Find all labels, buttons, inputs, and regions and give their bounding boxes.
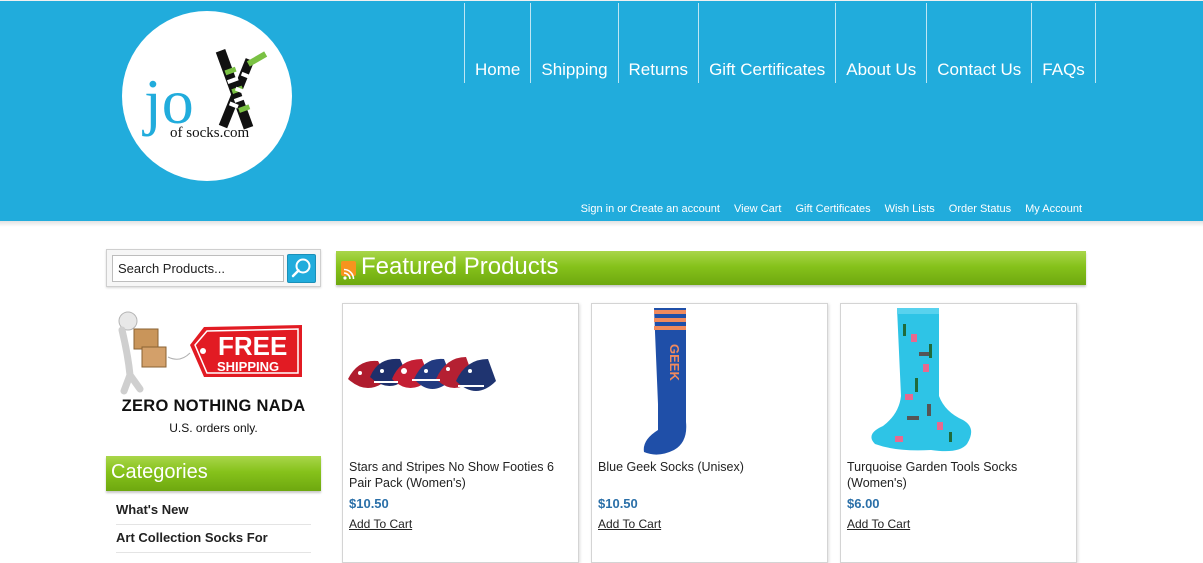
product-image-stars-stripes[interactable]: [343, 304, 578, 456]
sign-in-link[interactable]: Sign in or Create an account: [581, 203, 720, 215]
promo-note: U.S. orders only.: [169, 421, 258, 435]
nav-home[interactable]: Home: [464, 3, 530, 83]
nav-about-us[interactable]: About Us: [835, 3, 926, 83]
search-button[interactable]: [287, 254, 316, 283]
account-nav: Sign in or Create an account View Cart G…: [567, 203, 1082, 215]
category-item-whats-new[interactable]: What's New: [116, 497, 311, 525]
product-name[interactable]: Blue Geek Socks (Unisex): [598, 459, 822, 475]
nav-returns[interactable]: Returns: [617, 3, 699, 83]
category-list: What's New Art Collection Socks For: [116, 497, 311, 553]
free-shipping-graphic: FREE SHIPPING: [118, 311, 302, 395]
site-header: jo of socks.com Home Shipping Returns Gi…: [0, 0, 1203, 221]
logo-graphic: jo of socks.com: [142, 49, 268, 141]
category-item-art-collection[interactable]: Art Collection Socks For: [116, 525, 311, 553]
product-price: $10.50: [349, 496, 389, 511]
product-card: GEEK Blue Geek Socks (Unisex) $10.50 Add…: [591, 303, 828, 563]
magnifier-icon: [291, 258, 311, 278]
logo-tagline: of socks.com: [170, 125, 249, 141]
categories-heading: Categories: [106, 456, 321, 491]
site-logo[interactable]: jo of socks.com: [122, 11, 292, 181]
product-price: $6.00: [847, 496, 880, 511]
promo-shipping-text: SHIPPING: [217, 359, 279, 374]
header-shadow: [0, 221, 1203, 227]
promo-free-text: FREE: [218, 331, 287, 361]
add-to-cart-link[interactable]: Add To Cart: [349, 517, 412, 531]
nav-faqs[interactable]: FAQs: [1031, 3, 1096, 83]
product-name[interactable]: Stars and Stripes No Show Footies 6 Pair…: [349, 459, 573, 491]
product-name[interactable]: Turquoise Garden Tools Socks (Women's): [847, 459, 1071, 491]
featured-products-title: Featured Products: [361, 253, 559, 280]
product-image-garden-tools[interactable]: [841, 304, 1076, 456]
rss-icon[interactable]: [341, 261, 356, 280]
free-shipping-promo[interactable]: FREE SHIPPING ZERO NOTHING NADA U.S. ord…: [106, 305, 321, 440]
geek-sock-text: GEEK: [667, 344, 682, 381]
my-account-link[interactable]: My Account: [1025, 203, 1082, 215]
search-box: [106, 249, 321, 287]
gift-certificates-link[interactable]: Gift Certificates: [795, 203, 870, 215]
add-to-cart-link[interactable]: Add To Cart: [598, 517, 661, 531]
add-to-cart-link[interactable]: Add To Cart: [847, 517, 910, 531]
nav-contact-us[interactable]: Contact Us: [926, 3, 1031, 83]
product-image-geek-socks[interactable]: GEEK: [592, 304, 827, 456]
order-status-link[interactable]: Order Status: [949, 203, 1011, 215]
main-nav: Home Shipping Returns Gift Certificates …: [464, 3, 1096, 83]
product-card: Turquoise Garden Tools Socks (Women's) $…: [840, 303, 1077, 563]
nav-gift-certificates[interactable]: Gift Certificates: [698, 3, 835, 83]
promo-headline: ZERO NOTHING NADA: [121, 397, 306, 415]
nav-shipping[interactable]: Shipping: [530, 3, 617, 83]
featured-products-heading: Featured Products: [336, 251, 1086, 285]
product-card: Stars and Stripes No Show Footies 6 Pair…: [342, 303, 579, 563]
view-cart-link[interactable]: View Cart: [734, 203, 781, 215]
wish-lists-link[interactable]: Wish Lists: [885, 203, 935, 215]
search-input[interactable]: [112, 255, 284, 282]
product-price: $10.50: [598, 496, 638, 511]
